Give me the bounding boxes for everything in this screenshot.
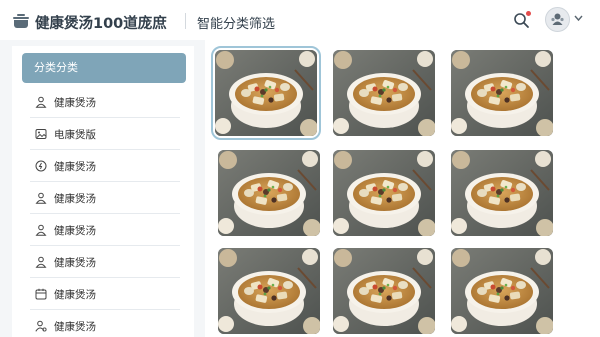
avatar-icon xyxy=(551,13,564,25)
sidebar-item-label: 健康煲汤 xyxy=(54,321,96,333)
sidebar-item-label: 健康煲汤 xyxy=(54,161,96,173)
calendar-icon xyxy=(35,288,47,300)
image-icon xyxy=(35,129,47,139)
search-button[interactable] xyxy=(512,10,532,30)
sidebar-item-1[interactable]: 健康煲汤 xyxy=(30,86,180,118)
sidebar-item-label: 健康煲汤 xyxy=(54,289,96,301)
soup-image-card-6[interactable] xyxy=(451,150,553,236)
chevron-down-icon[interactable] xyxy=(574,14,583,22)
sidebar-item-3[interactable]: 健康煲汤 xyxy=(30,150,180,182)
notification-dot xyxy=(526,11,531,16)
image-grid xyxy=(205,40,600,337)
sidebar-item-label: 健康煲汤 xyxy=(54,193,96,205)
soup-image-card-9[interactable] xyxy=(451,248,553,334)
sidebar-item-6[interactable]: 健康煲汤 xyxy=(30,246,180,278)
pot-icon xyxy=(13,14,29,28)
soup-bowl-image xyxy=(333,50,435,136)
app-title: 健康煲汤100道庞庶 xyxy=(35,16,167,32)
page-title: 智能分类筛选 xyxy=(197,17,276,32)
soup-image-card-2[interactable] xyxy=(333,50,435,136)
soup-bowl-image xyxy=(333,248,435,334)
sidebar-item-2[interactable]: 电康煲版 xyxy=(30,118,180,150)
user-icon xyxy=(35,224,47,236)
sidebar-item-8[interactable]: 健康煲汤 xyxy=(30,310,180,337)
soup-image-card-3[interactable] xyxy=(451,50,553,136)
soup-bowl-image xyxy=(451,248,553,334)
user-icon xyxy=(35,256,47,268)
soup-image-card-7[interactable] xyxy=(218,248,320,334)
info-icon xyxy=(35,160,47,172)
sidebar: 分类分类 健康煲汤 电康煲版 健康煲汤 健康煲汤 健康煲汤 健康煲汤 健康煲汤 … xyxy=(12,46,194,337)
soup-bowl-image xyxy=(215,50,317,136)
soup-image-card-1[interactable] xyxy=(211,46,321,140)
user-settings-icon xyxy=(35,320,47,332)
soup-bowl-image xyxy=(451,150,553,236)
sidebar-item-label: 电康煲版 xyxy=(54,129,96,141)
app-header: 健康煲汤100道庞庶 智能分类筛选 xyxy=(0,0,600,40)
soup-image-card-8[interactable] xyxy=(333,248,435,334)
sidebar-item-4[interactable]: 健康煲汤 xyxy=(30,182,180,214)
sidebar-item-7[interactable]: 健康煲汤 xyxy=(30,278,180,310)
avatar[interactable] xyxy=(545,7,570,32)
sidebar-item-5[interactable]: 健康煲汤 xyxy=(30,214,180,246)
soup-image-card-5[interactable] xyxy=(333,150,435,236)
soup-bowl-image xyxy=(218,150,320,236)
sidebar-item-active-category[interactable]: 分类分类 xyxy=(22,53,186,83)
user-icon xyxy=(35,96,47,108)
soup-bowl-image xyxy=(218,248,320,334)
soup-bowl-image xyxy=(333,150,435,236)
user-icon xyxy=(35,192,47,204)
soup-bowl-image xyxy=(451,50,553,136)
sidebar-item-label: 健康煲汤 xyxy=(54,257,96,269)
soup-image-card-4[interactable] xyxy=(218,150,320,236)
sidebar-item-label: 健康煲汤 xyxy=(54,97,96,109)
sidebar-item-label: 健康煲汤 xyxy=(54,225,96,237)
header-divider xyxy=(185,13,186,29)
